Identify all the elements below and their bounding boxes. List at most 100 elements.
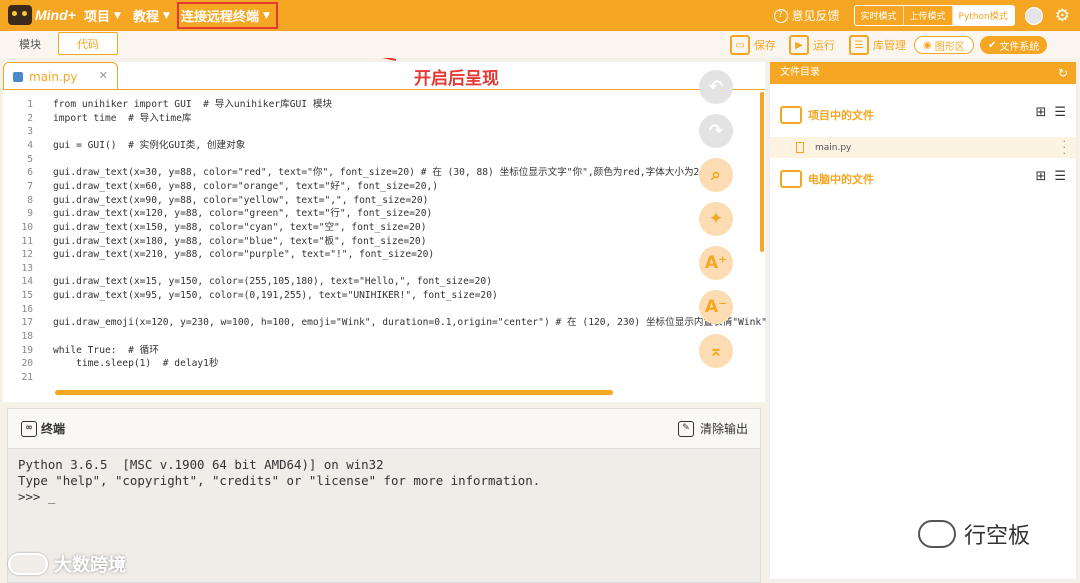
logo-text: Mind+ [35, 7, 76, 23]
terminal-output[interactable]: Python 3.6.5 [MSC v.1900 64 bit AMD64)] … [18, 457, 540, 505]
file-icon [796, 142, 804, 153]
scroll-top-icon: ⌅ [708, 341, 724, 361]
file-panel-header: 文件目录 ↻ [770, 62, 1076, 84]
font-decrease-button[interactable]: A⁻ [699, 290, 733, 324]
folder-list-icon [780, 106, 802, 124]
search-icon: ⌕ [711, 165, 721, 185]
filesystem-label: 文件系统 [999, 41, 1040, 53]
line-number: 10 [21, 221, 33, 233]
tab-blocks[interactable]: 模块 [4, 32, 56, 55]
watermark-right-label: 行空板 [964, 524, 1031, 549]
line-number: 12 [21, 249, 33, 261]
tab-code[interactable]: 代码 [58, 32, 118, 55]
file-tab-main[interactable]: main.py ✕ [3, 62, 118, 90]
file-tab-label: main.py [29, 69, 78, 84]
mode-switch: 实时模式 上传模式 Python模式 [853, 5, 1015, 26]
watermark-logo-icon [8, 553, 48, 575]
graph-area-button[interactable]: ◉ 图形区 [914, 36, 974, 54]
chevron-down-icon: ▼ [163, 10, 170, 21]
line-number: 3 [27, 126, 33, 138]
line-number: 19 [21, 344, 33, 356]
horizontal-scrollbar[interactable] [55, 390, 613, 395]
search-button[interactable]: ⌕ [699, 158, 733, 192]
new-file-icon[interactable]: ⊞ [1035, 105, 1046, 120]
line-number: 11 [21, 235, 33, 247]
graph-label: 图形区 [934, 41, 965, 53]
run-label: 运行 [813, 39, 835, 52]
mode-realtime[interactable]: 实时模式 [855, 6, 904, 25]
line-number: 6 [27, 167, 33, 179]
line-number: 9 [27, 208, 33, 220]
code-text: gui = GUI() # 实例化GUI类, 创建对象 [53, 139, 246, 151]
font-increase-icon: A⁺ [704, 253, 728, 273]
code-text: gui.draw_text(x=15, y=150, color=(255,10… [53, 276, 492, 288]
refresh-icon[interactable]: ↻ [1058, 62, 1068, 84]
run-button[interactable]: ▶ 运行 [789, 34, 835, 56]
redo-icon: ↷ [708, 121, 724, 141]
logo-icon [8, 5, 32, 25]
library-button[interactable]: ☰ 库管理 [849, 34, 906, 56]
line-number: 2 [27, 112, 33, 124]
gear-icon[interactable]: ⚙ [1055, 6, 1070, 26]
play-icon: ▶ [789, 35, 809, 55]
redo-button[interactable]: ↷ [699, 114, 733, 148]
watermark-left: 大数跨境 [8, 551, 126, 577]
vertical-scrollbar[interactable] [760, 92, 764, 252]
code-text: gui.draw_text(x=95, y=150, color=(0,191,… [53, 290, 498, 302]
menu-tutorial-label: 教程 [133, 10, 160, 25]
code-text: from unihiker import GUI # 导入unihiker库GU… [53, 99, 333, 110]
filesystem-button[interactable]: ✔ 文件系统 [980, 36, 1048, 54]
project-file-actions: ⊞ ☰ [1027, 105, 1066, 120]
clear-output-button[interactable]: ✎ 清除输出 [677, 420, 748, 437]
more-vertical-icon[interactable]: · · · [1063, 136, 1067, 159]
menu-project[interactable]: 项目 ▼ [84, 0, 121, 31]
section-computer-label: 电脑中的文件 [808, 173, 874, 186]
line-number: 16 [21, 303, 33, 315]
scroll-top-button[interactable]: ⌅ [699, 334, 733, 368]
app-logo: Mind+ [8, 4, 76, 26]
code-text: gui.draw_text(x=90, y=88, color="yellow"… [53, 194, 429, 206]
save-button[interactable]: ▭ 保存 [730, 34, 776, 56]
font-increase-button[interactable]: A⁺ [699, 246, 733, 280]
new-file-icon[interactable]: ⊞ [1035, 169, 1046, 184]
mode-python[interactable]: Python模式 [952, 6, 1014, 25]
line-number: 15 [21, 290, 33, 302]
terminal-title-label: 终端 [41, 422, 66, 436]
undo-icon: ↶ [708, 77, 724, 97]
menu-icon[interactable]: ☰ [1054, 105, 1066, 120]
code-text: gui.draw_text(x=180, y=88, color="blue",… [53, 235, 427, 247]
code-text: gui.draw_text(x=210, y=88, color="purple… [53, 249, 435, 261]
menu-icon[interactable]: ☰ [1054, 169, 1066, 184]
undo-button[interactable]: ↶ [699, 70, 733, 104]
watermark-right: 行空板 [918, 518, 1030, 550]
computer-file-actions: ⊞ ☰ [1027, 169, 1066, 184]
avatar[interactable] [1024, 6, 1043, 25]
sparkle-icon: ✦ [708, 209, 724, 229]
code-text: gui.draw_text(x=60, y=88, color="orange"… [53, 180, 439, 192]
feedback-button[interactable]: ? 意见反馈 [773, 7, 840, 24]
terminal-title: ∞ 终端 [21, 420, 65, 437]
save-icon: ▭ [730, 35, 750, 55]
top-right-controls: ? 意见反馈 实时模式 上传模式 Python模式 ⚙ [773, 0, 1070, 31]
code-area[interactable]: 1 from unihiker import GUI # 导入unihiker库G… [3, 92, 772, 397]
eye-icon: ◉ [923, 39, 932, 51]
section-project-label: 项目中的文件 [808, 109, 874, 122]
section-project-files[interactable]: 项目中的文件 [780, 103, 874, 127]
menu-connect-remote[interactable]: 连接远程终端 ▼ [177, 2, 278, 29]
section-computer-files[interactable]: 电脑中的文件 [780, 167, 874, 191]
close-icon[interactable]: ✕ [99, 69, 108, 82]
menu-tutorial[interactable]: 教程 ▼ [133, 0, 170, 31]
file-item-main[interactable]: main.py · · · [770, 136, 1076, 159]
mode-upload[interactable]: 上传模式 [904, 6, 953, 25]
top-bar: Mind+ 项目 ▼ 教程 ▼ 连接远程终端 ▼ ? 意见反馈 实时模式 上传模… [0, 0, 1080, 31]
format-button[interactable]: ✦ [699, 202, 733, 236]
file-item-label: main.py [815, 142, 852, 153]
menu-project-label: 项目 [84, 10, 111, 25]
python-icon [13, 71, 23, 82]
code-editor: main.py ✕ 1 from unihiker import GUI # 导入… [3, 62, 773, 402]
menu-connect-label: 连接远程终端 [181, 10, 260, 25]
check-icon: ✔ [988, 39, 997, 51]
file-panel-title: 文件目录 [780, 67, 820, 78]
line-number: 18 [21, 331, 33, 343]
annotation-label: 开启后呈现 [414, 69, 499, 89]
